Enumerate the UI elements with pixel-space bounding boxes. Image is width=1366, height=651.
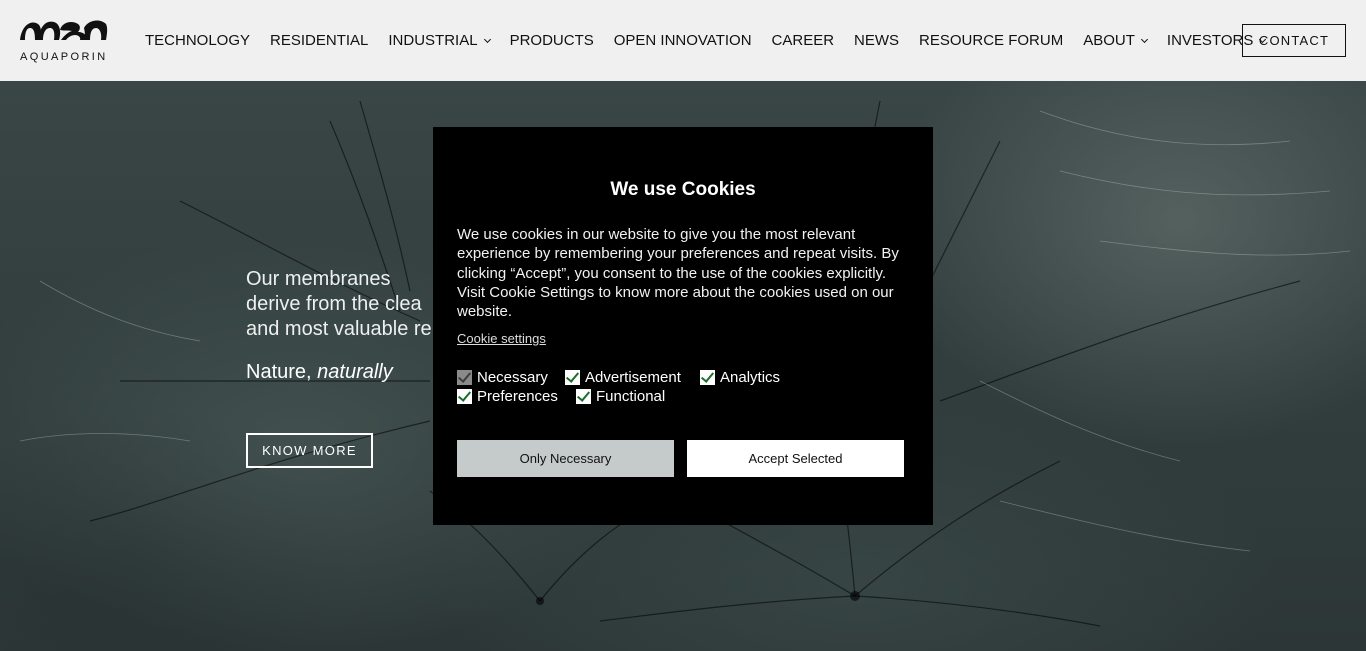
hero-line: Our membranes <box>246 268 391 290</box>
nav-item-career[interactable]: CAREER <box>772 32 835 49</box>
nav-label: OPEN INNOVATION <box>613 32 752 49</box>
checkbox-check-icon <box>457 389 472 404</box>
aquaporin-logo[interactable]: AQUAPORIN <box>20 18 108 64</box>
cookie-settings-link[interactable]: Cookie settings <box>457 331 546 346</box>
tagline-naturally: naturally <box>317 361 393 383</box>
nav-label: NEWS <box>854 32 900 49</box>
know-more-button[interactable]: KNOW MORE <box>246 433 373 468</box>
nav-item-industrial[interactable]: INDUSTRIAL <box>388 32 491 49</box>
logo-mark-icon <box>20 20 108 40</box>
hero-tagline: Nature, naturally <box>246 361 393 384</box>
cookie-consent-dialog: We use Cookies We use cookies in our web… <box>433 127 933 525</box>
checkbox-label: Functional <box>596 388 666 405</box>
checkbox-functional[interactable]: Functional <box>576 388 665 405</box>
hero-headline: Our membranes derive from the clea and m… <box>246 267 446 342</box>
nav-label: TECHNOLOGY <box>145 32 251 49</box>
chevron-down-icon <box>1140 35 1148 43</box>
hero-line: derive from the clea <box>246 293 422 315</box>
only-necessary-button[interactable]: Only Necessary <box>457 440 674 477</box>
checkbox-check-icon <box>700 370 715 385</box>
checkbox-necessary[interactable]: Necessary <box>457 369 548 386</box>
nav-label: RESIDENTIAL <box>270 32 369 49</box>
checkbox-label: Necessary <box>477 369 548 386</box>
nav-item-products[interactable]: PRODUCTS <box>510 32 594 49</box>
checkbox-check-icon <box>457 370 472 385</box>
nav-item-technology[interactable]: TECHNOLOGY <box>145 32 250 49</box>
cookie-dialog-body: We use cookies in our website to give yo… <box>457 226 899 321</box>
tagline-nature: Nature, <box>246 361 312 383</box>
nav-item-residential[interactable]: RESIDENTIAL <box>270 32 368 49</box>
nav-label: INDUSTRIAL <box>388 32 478 49</box>
nav-item-open-innovation[interactable]: OPEN INNOVATION <box>614 32 752 49</box>
checkbox-analytics[interactable]: Analytics <box>700 369 780 386</box>
nav-label: PRODUCTS <box>509 32 594 49</box>
nav-label: ABOUT <box>1083 32 1135 49</box>
nav-item-news[interactable]: NEWS <box>854 32 899 49</box>
nav-label: INVESTORS <box>1166 32 1254 49</box>
checkbox-advertisement[interactable]: Advertisement <box>565 369 681 386</box>
nav-item-about[interactable]: ABOUT <box>1083 32 1148 49</box>
checkbox-check-icon <box>576 389 591 404</box>
checkbox-label: Preferences <box>477 388 558 405</box>
nav-label: RESOURCE FORUM <box>919 32 1064 49</box>
logo-text: AQUAPORIN <box>20 51 108 63</box>
accept-selected-button[interactable]: Accept Selected <box>687 440 904 477</box>
cookie-dialog-title: We use Cookies <box>610 179 756 200</box>
nav-item-resource-forum[interactable]: RESOURCE FORUM <box>919 32 1063 49</box>
main-nav: TECHNOLOGY RESIDENTIAL INDUSTRIAL PRODUC… <box>145 32 1285 49</box>
checkbox-label: Advertisement <box>585 369 681 386</box>
site-header: AQUAPORIN TECHNOLOGY RESIDENTIAL INDUSTR… <box>0 0 1366 81</box>
checkbox-label: Analytics <box>720 369 781 386</box>
checkbox-check-icon <box>565 370 580 385</box>
hero-line: and most valuable re <box>246 318 432 340</box>
chevron-down-icon <box>483 35 491 43</box>
nav-label: CAREER <box>771 32 835 49</box>
checkbox-preferences[interactable]: Preferences <box>457 388 558 405</box>
contact-button[interactable]: CONTACT <box>1242 24 1346 57</box>
